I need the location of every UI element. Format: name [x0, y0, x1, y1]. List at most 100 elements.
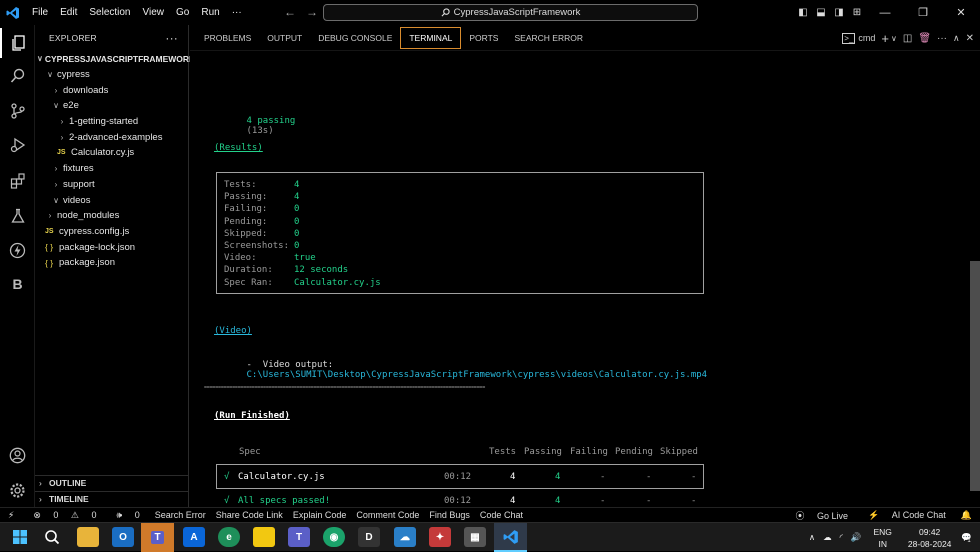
tree-item-videos[interactable]: ∨ videos — [35, 192, 188, 208]
restore-button[interactable]: ❐ — [904, 6, 942, 19]
tab-output[interactable]: OUTPUT — [259, 25, 310, 51]
status-share-code-link[interactable]: Share Code Link — [211, 510, 288, 520]
menu-edit[interactable]: Edit — [54, 7, 83, 18]
toggle-sidebar-icon[interactable]: ◧ — [794, 7, 812, 18]
tree-item-downloads[interactable]: › downloads — [35, 82, 188, 98]
tree-item-advanced-examples[interactable]: › 2-advanced-examples — [35, 129, 188, 145]
minimize-button[interactable]: — — [866, 7, 904, 19]
ai-chat-button[interactable]: ⚡ AI Code Chat — [858, 510, 956, 521]
account-icon[interactable] — [0, 440, 35, 470]
tree-item-getting-started[interactable]: › 1-getting-started — [35, 114, 188, 130]
problems-indicator[interactable]: ⊗ 0 ⚠ 0 — [22, 510, 106, 521]
tab-search-error[interactable]: SEARCH ERROR — [506, 25, 590, 51]
tree-item-package-lock[interactable]: { } package-lock.json — [35, 239, 188, 255]
close-window-button[interactable]: ✕ — [942, 6, 980, 19]
tree-root[interactable]: ∨ CYPRESSJAVASCRIPTFRAMEWORK — [35, 51, 195, 67]
show-hidden-icons-icon[interactable]: ∧ — [805, 532, 819, 543]
b-extension-icon[interactable]: B — [0, 269, 35, 299]
tab-problems[interactable]: PROBLEMS — [196, 25, 259, 51]
status-search-error[interactable]: Search Error — [150, 510, 211, 520]
menu-more[interactable]: ··· — [226, 7, 248, 18]
taskbar-search-icon[interactable] — [41, 527, 63, 547]
tree-item-node-modules[interactable]: › node_modules — [35, 208, 188, 224]
menu-view[interactable]: View — [137, 7, 171, 18]
outline-section[interactable]: › OUTLINE — [35, 475, 189, 490]
vscode-taskbar-icon[interactable] — [494, 523, 527, 552]
tab-debug-console[interactable]: DEBUG CONSOLE — [310, 25, 400, 51]
more-actions-icon[interactable]: ··· — [165, 31, 178, 45]
sticky-notes-icon[interactable] — [253, 527, 275, 547]
vscode-logo-icon[interactable] — [0, 0, 26, 25]
search-icon[interactable] — [0, 61, 35, 91]
command-center-search[interactable]: CypressJavaScriptFramework — [323, 4, 698, 21]
back-arrow-icon[interactable]: ← — [284, 5, 306, 19]
git-tool-icon[interactable]: ✦ — [429, 527, 451, 547]
notification-center-icon[interactable]: 💬 1 — [959, 532, 980, 544]
tree-item-cypress[interactable]: ∨ cypress — [35, 67, 188, 83]
chrome-icon[interactable]: ◉ — [323, 527, 345, 547]
terminal-output[interactable]: 4 passing (13s) (Results) Tests: 4 Passi… — [190, 51, 965, 507]
tree-item-package-json[interactable]: { } package.json — [35, 255, 188, 271]
extensions-icon[interactable] — [0, 166, 35, 196]
calculator-icon[interactable]: ▦ — [464, 527, 486, 547]
teams-active-icon[interactable]: T — [141, 523, 174, 552]
clock[interactable]: 09:42 28-08-2024 — [900, 526, 959, 550]
go-live-button[interactable]: ⦿ Go Live — [785, 509, 858, 522]
tab-terminal[interactable]: TERMINAL — [400, 26, 462, 49]
lightning-icon[interactable] — [0, 235, 35, 265]
customize-layout-icon[interactable]: ⊞ — [848, 7, 866, 18]
new-terminal-icon[interactable]: + — [881, 31, 889, 46]
onedrive-icon[interactable]: ☁ — [819, 532, 836, 543]
testing-flask-icon[interactable] — [0, 201, 35, 231]
timeline-section[interactable]: › TIMELINE — [35, 491, 189, 506]
d-app-icon[interactable]: D — [358, 527, 380, 547]
tree-item-e2e[interactable]: ∨ e2e — [35, 98, 188, 114]
chevron-down-icon[interactable]: ∨ — [891, 34, 897, 43]
volume-icon[interactable]: 🔊 — [847, 532, 866, 543]
edge-icon[interactable]: e — [218, 527, 240, 547]
run-debug-icon[interactable] — [0, 130, 35, 160]
terminal-scrollbar[interactable] — [970, 261, 980, 491]
status-comment-code[interactable]: Comment Code — [351, 510, 424, 520]
wifi-icon[interactable]: ◜ — [836, 532, 847, 543]
menu-go[interactable]: Go — [170, 7, 195, 18]
result-value: 0 — [294, 204, 300, 214]
source-control-icon[interactable] — [0, 96, 35, 126]
video-path-link[interactable]: C:\Users\SUMIT\Desktop\CypressJavaScript… — [247, 370, 708, 380]
tree-item-fixtures[interactable]: › fixtures — [35, 161, 188, 177]
col-skipped: Skipped — [660, 447, 698, 457]
teams-icon[interactable]: T — [288, 527, 310, 547]
trash-icon[interactable]: 🗑 — [918, 33, 931, 44]
spec-tests: 4 — [510, 472, 516, 482]
windows-start-icon[interactable] — [9, 527, 31, 547]
tree-item-support[interactable]: › support — [35, 177, 188, 193]
status-explain-code[interactable]: Explain Code — [288, 510, 352, 520]
notifications-bell-icon[interactable]: 🔔 — [956, 510, 980, 521]
remote-icon[interactable]: ⚡︎ — [0, 510, 22, 521]
cloud-app-icon[interactable]: ☁ — [394, 527, 416, 547]
tree-item-calculator-spec[interactable]: JS Calculator.cy.js — [35, 145, 188, 161]
outlook-icon[interactable]: O — [112, 527, 134, 547]
more-actions-icon[interactable]: ··· — [937, 33, 947, 44]
tree-item-cypress-config[interactable]: JS cypress.config.js — [35, 224, 188, 240]
language-indicator[interactable]: ENG IN — [866, 526, 900, 550]
status-code-chat[interactable]: Code Chat — [475, 510, 528, 520]
result-key: Video: — [224, 253, 257, 263]
menu-run[interactable]: Run — [195, 7, 225, 18]
settings-gear-icon[interactable] — [0, 475, 35, 505]
tab-ports[interactable]: PORTS — [461, 25, 506, 51]
explorer-icon[interactable] — [0, 28, 35, 58]
toggle-secondary-sidebar-icon[interactable]: ◨ — [830, 7, 848, 18]
teams-glyph: T — [151, 531, 164, 544]
close-panel-icon[interactable]: ✕ — [966, 33, 974, 44]
menu-selection[interactable]: Selection — [83, 7, 136, 18]
toggle-panel-icon[interactable]: ⬓ — [812, 7, 830, 18]
file-explorer-icon[interactable] — [77, 527, 99, 547]
menu-file[interactable]: File — [26, 7, 54, 18]
ports-indicator[interactable]: 🕪 0 — [107, 510, 150, 521]
maximize-panel-icon[interactable]: ∧ — [953, 33, 960, 44]
status-find-bugs[interactable]: Find Bugs — [424, 510, 475, 520]
shell-name[interactable]: cmd — [858, 33, 875, 43]
split-terminal-icon[interactable]: ◫ — [903, 33, 912, 44]
azure-icon[interactable]: A — [183, 527, 205, 547]
